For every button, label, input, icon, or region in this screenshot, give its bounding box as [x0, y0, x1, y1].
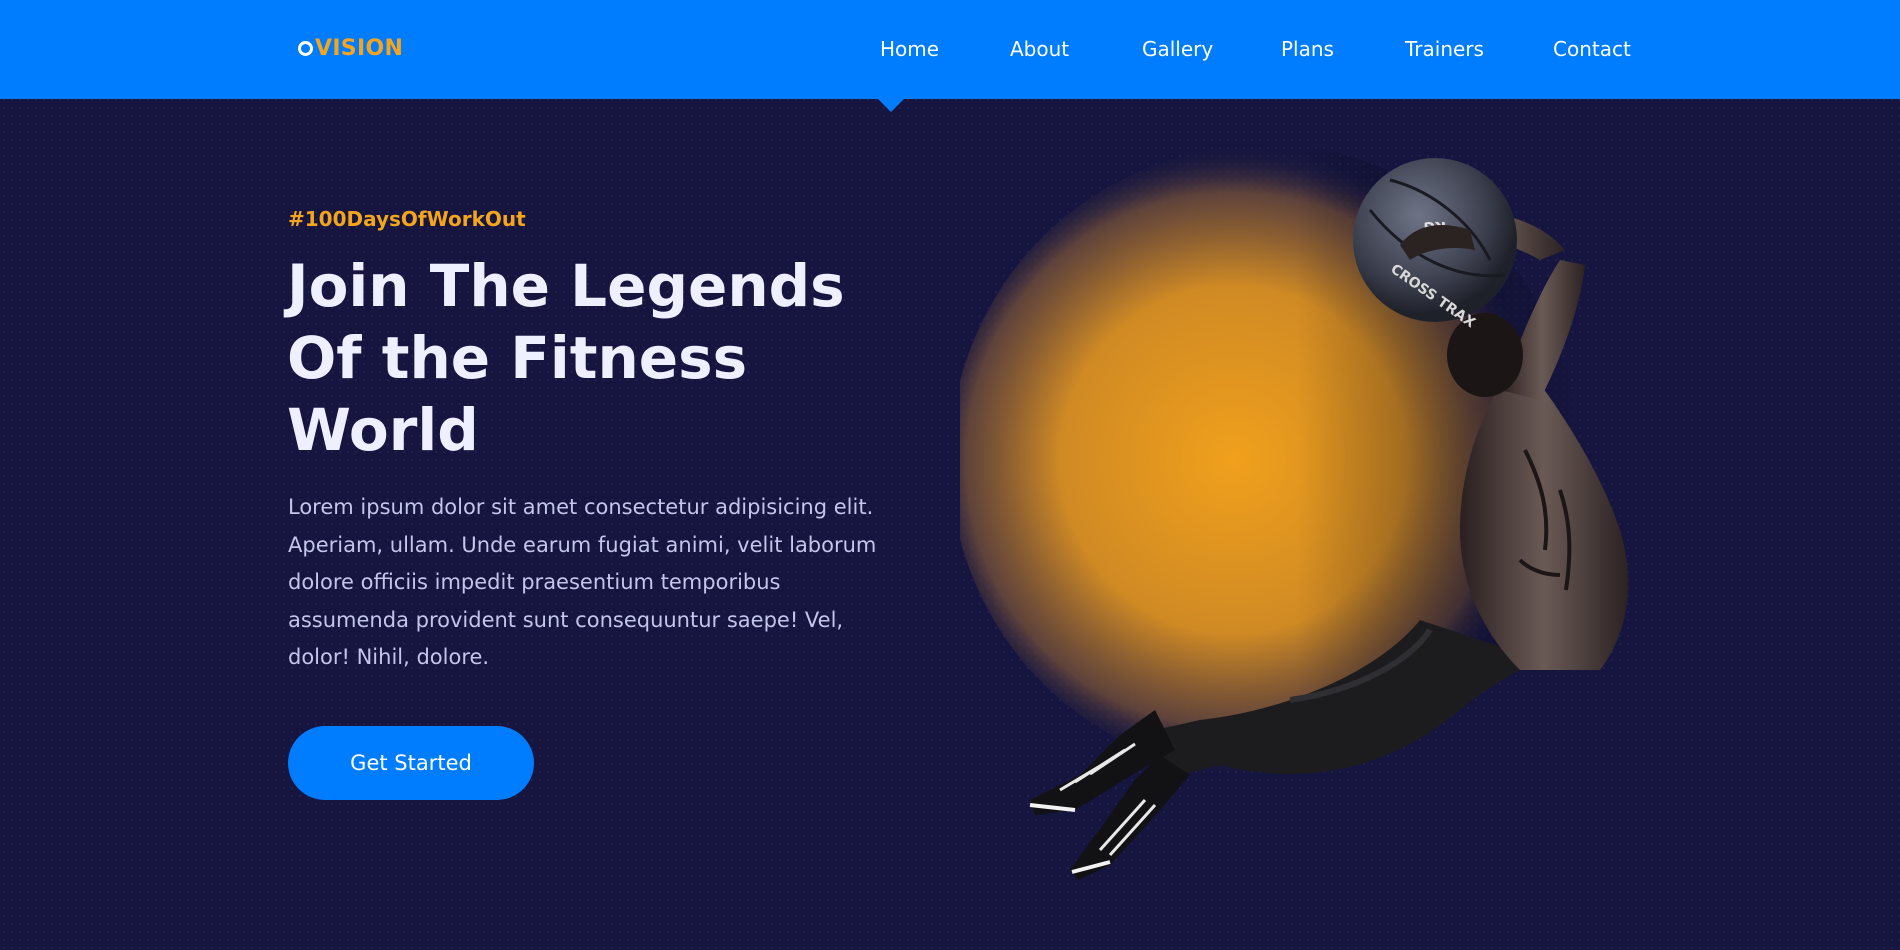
hero-title: Join The Legends Of the Fitness World	[287, 250, 927, 466]
nav-about-link[interactable]: About	[1010, 37, 1069, 61]
hero-description: Lorem ipsum dolor sit amet consectetur a…	[288, 495, 877, 669]
hero-title-line-3: World	[287, 396, 479, 464]
nav-contact-link[interactable]: Contact	[1553, 37, 1631, 61]
main-nav: Home About Gallery Plans Trainers Contac…	[0, 0, 1900, 99]
nav-plans-link[interactable]: Plans	[1281, 37, 1334, 61]
nav-trainers-link[interactable]: Trainers	[1405, 37, 1484, 61]
get-started-button[interactable]: Get Started	[288, 726, 534, 800]
active-nav-indicator-icon	[878, 99, 904, 112]
hero-title-line-1: Join The Legends	[287, 252, 845, 320]
nav-gallery-link[interactable]: Gallery	[1142, 37, 1213, 61]
hero-athlete-illustration: CROSS TRAX KG	[960, 150, 1629, 880]
nav-home-link[interactable]: Home	[880, 37, 939, 61]
hero-title-line-2: Of the Fitness	[287, 324, 748, 392]
hero-hashtag: #100DaysOfWorkOut	[288, 207, 526, 231]
top-navbar: VISION Home About Gallery Plans Trainers…	[0, 0, 1900, 99]
